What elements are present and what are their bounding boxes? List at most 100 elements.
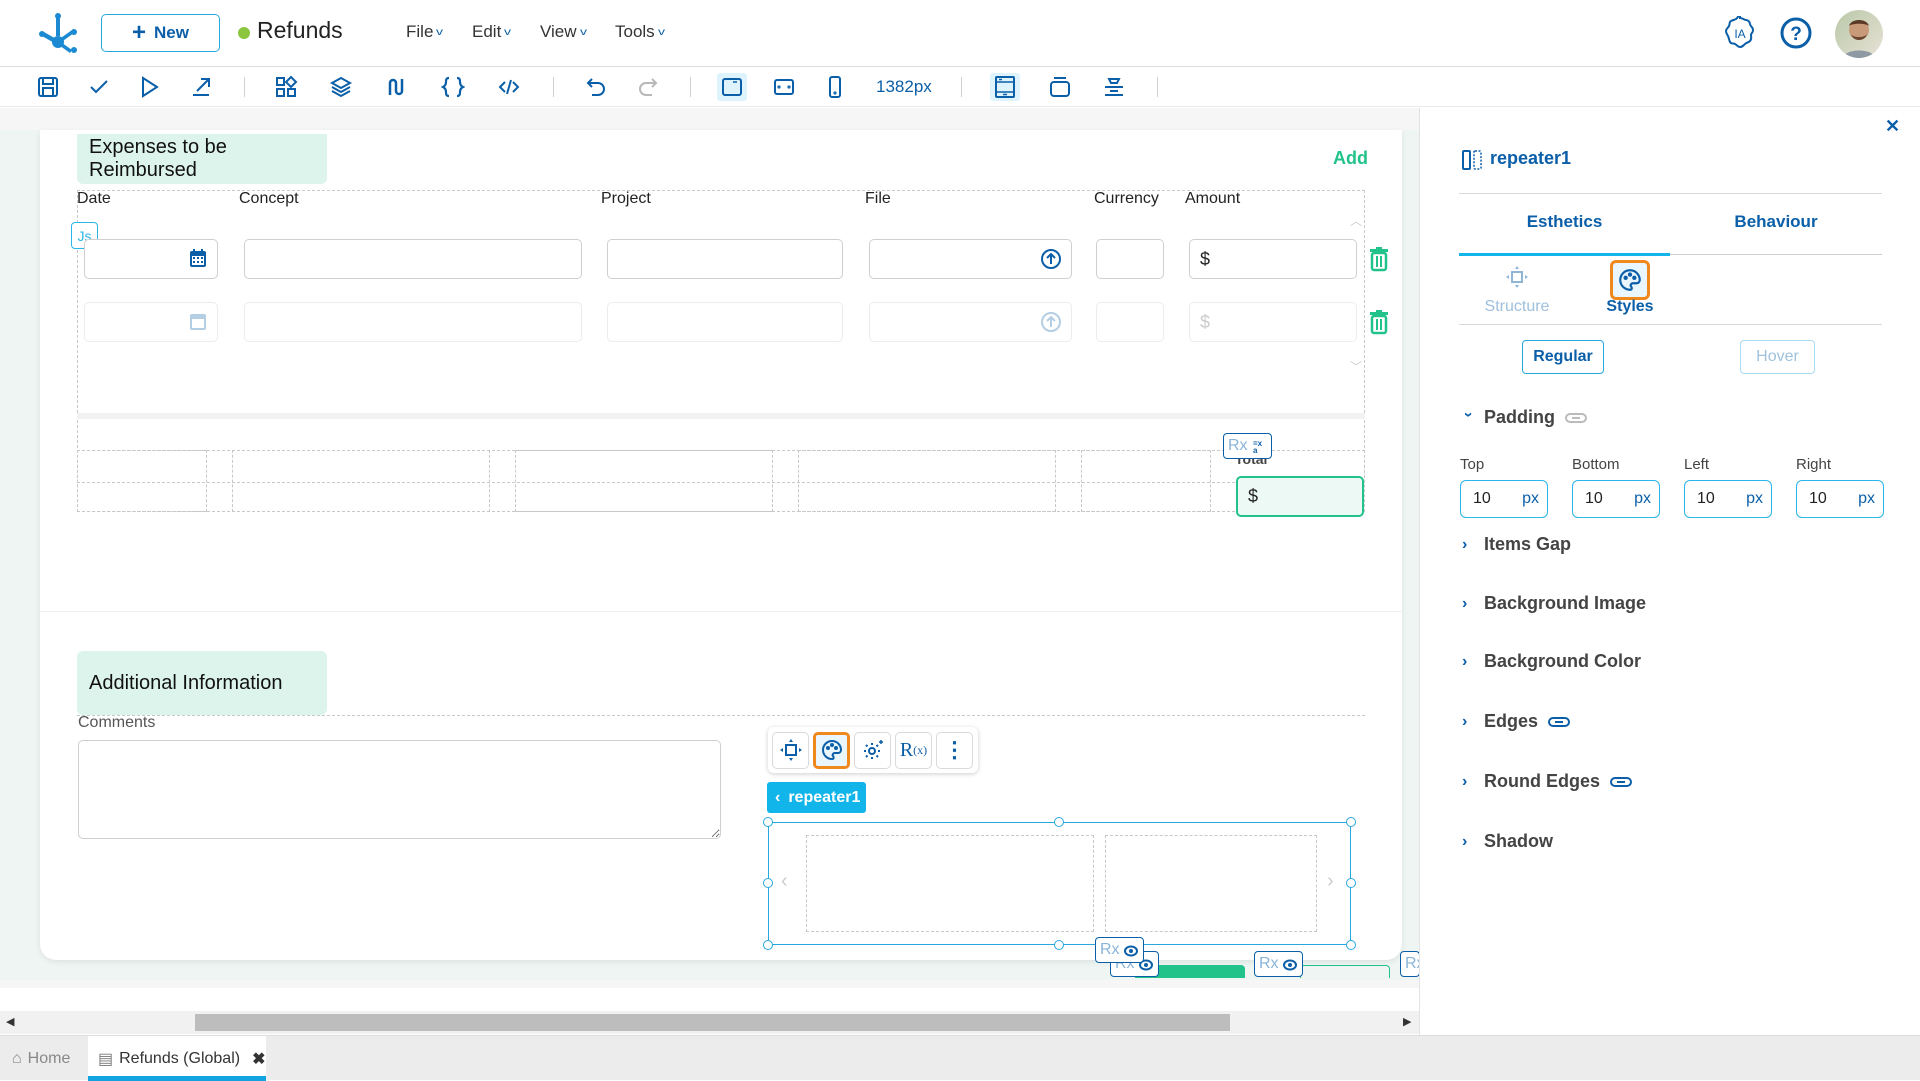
styles-palette-icon[interactable] (1610, 260, 1650, 300)
rx-function-icon[interactable]: R (x) (895, 731, 932, 769)
move-icon[interactable] (772, 731, 809, 769)
resize-handle[interactable] (763, 817, 773, 827)
items-gap-section-toggle[interactable]: › Items Gap (1462, 534, 1571, 555)
chevron-right-icon: › (1462, 594, 1468, 612)
concept-input[interactable] (244, 239, 582, 279)
styles-palette-icon[interactable] (813, 731, 850, 769)
round-edges-section-toggle[interactable]: › Round Edges (1462, 771, 1632, 792)
chevron-left-icon[interactable]: ‹ (781, 870, 788, 893)
new-button[interactable]: + New (101, 14, 220, 52)
rx-visibility-badge[interactable]: Rx (1254, 951, 1303, 977)
delete-row-icon[interactable] (1368, 309, 1390, 335)
comments-textarea[interactable] (78, 740, 721, 839)
close-panel-icon[interactable]: ✕ (1885, 116, 1900, 137)
resize-handle[interactable] (1346, 940, 1356, 950)
tab-home[interactable]: ⌂ Home (12, 1036, 70, 1081)
secondary-button-preview[interactable] (1300, 965, 1390, 978)
add-row-link[interactable]: Add (1333, 148, 1368, 169)
layers-icon[interactable] (326, 73, 356, 101)
rx-visibility-badge[interactable]: Rx (1400, 951, 1420, 977)
resize-handle[interactable] (763, 878, 773, 888)
more-options-icon[interactable]: ⋮ (936, 731, 973, 769)
padding-right-input[interactable]: 10 px (1796, 480, 1884, 518)
tablet-view-icon[interactable] (769, 73, 799, 101)
background-image-section-toggle[interactable]: › Background Image (1462, 593, 1646, 614)
scrollbar-thumb[interactable] (195, 1014, 1230, 1031)
amount-input[interactable]: $ (1189, 239, 1357, 279)
state-hover-button[interactable]: Hover (1740, 340, 1815, 374)
amount-input[interactable]: $ (1189, 302, 1357, 342)
flow-icon[interactable] (381, 73, 411, 101)
padding-left-input[interactable]: 10 px (1684, 480, 1772, 518)
tab-behaviour[interactable]: Behaviour (1670, 212, 1882, 232)
container-icon[interactable] (1045, 73, 1075, 101)
background-color-section-toggle[interactable]: › Background Color (1462, 651, 1641, 672)
structure-icon[interactable] (1505, 265, 1529, 289)
mobile-view-icon[interactable] (820, 73, 850, 101)
code-icon[interactable] (494, 73, 524, 101)
page-layout-icon[interactable] (990, 73, 1020, 101)
resize-handle[interactable] (1054, 940, 1064, 950)
save-icon[interactable] (33, 73, 63, 101)
braces-icon[interactable] (438, 73, 468, 101)
components-icon[interactable] (271, 73, 301, 101)
menu-tools[interactable]: Tools v (615, 22, 665, 42)
padding-section-toggle[interactable]: › Padding (1460, 407, 1587, 428)
ia-assistant-icon[interactable]: IA (1723, 13, 1757, 50)
scroll-right-icon[interactable]: ▶ (1403, 1015, 1411, 1028)
calendar-icon[interactable] (188, 310, 208, 332)
menu-view[interactable]: View v (540, 22, 587, 42)
redo-icon[interactable] (633, 73, 663, 101)
form-icon: ▤ (98, 1050, 114, 1068)
repeater-item[interactable] (806, 835, 1094, 932)
state-regular-button[interactable]: Regular (1522, 340, 1604, 374)
tab-refunds-global[interactable]: ▤ Refunds (Global) ✖ (88, 1036, 266, 1081)
chevron-right-icon[interactable]: › (1327, 870, 1334, 893)
currency-input[interactable] (1096, 302, 1164, 342)
user-avatar[interactable] (1835, 10, 1883, 58)
desktop-view-icon[interactable] (717, 73, 747, 101)
check-icon[interactable] (84, 73, 114, 101)
padding-bottom-input[interactable]: 10 px (1572, 480, 1660, 518)
rx-formula-badge[interactable]: Rx =x a (1223, 433, 1272, 459)
repeater-item[interactable] (1105, 835, 1317, 932)
menu-file[interactable]: File v (406, 22, 443, 42)
help-icon[interactable]: ? (1779, 16, 1813, 50)
project-input[interactable] (607, 302, 843, 342)
design-canvas[interactable]: Expenses to be Reimbursed Add Date Conce… (0, 108, 1420, 1008)
resize-handle[interactable] (1346, 817, 1356, 827)
project-input[interactable] (607, 239, 843, 279)
settings-gear-icon[interactable] (854, 731, 891, 769)
horizontal-scrollbar[interactable]: ◀ ▶ (0, 1011, 1419, 1034)
link-icon (1548, 716, 1571, 727)
menu-edit[interactable]: Edit v (472, 22, 511, 42)
shadow-section-toggle[interactable]: › Shadow (1462, 831, 1553, 852)
concept-input[interactable] (244, 302, 582, 342)
play-icon[interactable] (134, 73, 164, 101)
delete-row-icon[interactable] (1368, 246, 1390, 272)
selected-component-tag[interactable]: ‹ repeater1 (767, 782, 866, 813)
undo-icon[interactable] (581, 73, 611, 101)
upload-icon[interactable] (1040, 311, 1062, 333)
currency-input[interactable] (1096, 239, 1164, 279)
resize-handle[interactable] (1054, 817, 1064, 827)
calendar-icon[interactable] (188, 247, 208, 269)
tab-esthetics[interactable]: Esthetics (1459, 212, 1670, 232)
rx-visibility-badge[interactable]: Rx (1095, 937, 1144, 963)
app-logo-icon[interactable] (36, 12, 80, 56)
edges-section-toggle[interactable]: › Edges (1462, 711, 1571, 732)
scroll-left-icon[interactable]: ◀ (6, 1015, 14, 1028)
padding-top-input[interactable]: 10 px (1460, 480, 1548, 518)
chevron-down-icon: › (1460, 411, 1477, 417)
align-icon[interactable] (1099, 73, 1129, 101)
scroll-down-icon[interactable]: ﹀ (1350, 358, 1362, 375)
subtab-structure[interactable]: Structure (1477, 298, 1557, 316)
total-amount-field[interactable]: $ (1236, 476, 1364, 517)
scroll-up-icon[interactable]: ︿ (1350, 212, 1362, 229)
upload-icon[interactable] (1040, 248, 1062, 270)
export-icon[interactable] (186, 73, 216, 101)
eye-icon (1123, 945, 1138, 957)
resize-handle[interactable] (763, 940, 773, 950)
subtab-styles[interactable]: Styles (1590, 298, 1670, 316)
resize-handle[interactable] (1346, 878, 1356, 888)
